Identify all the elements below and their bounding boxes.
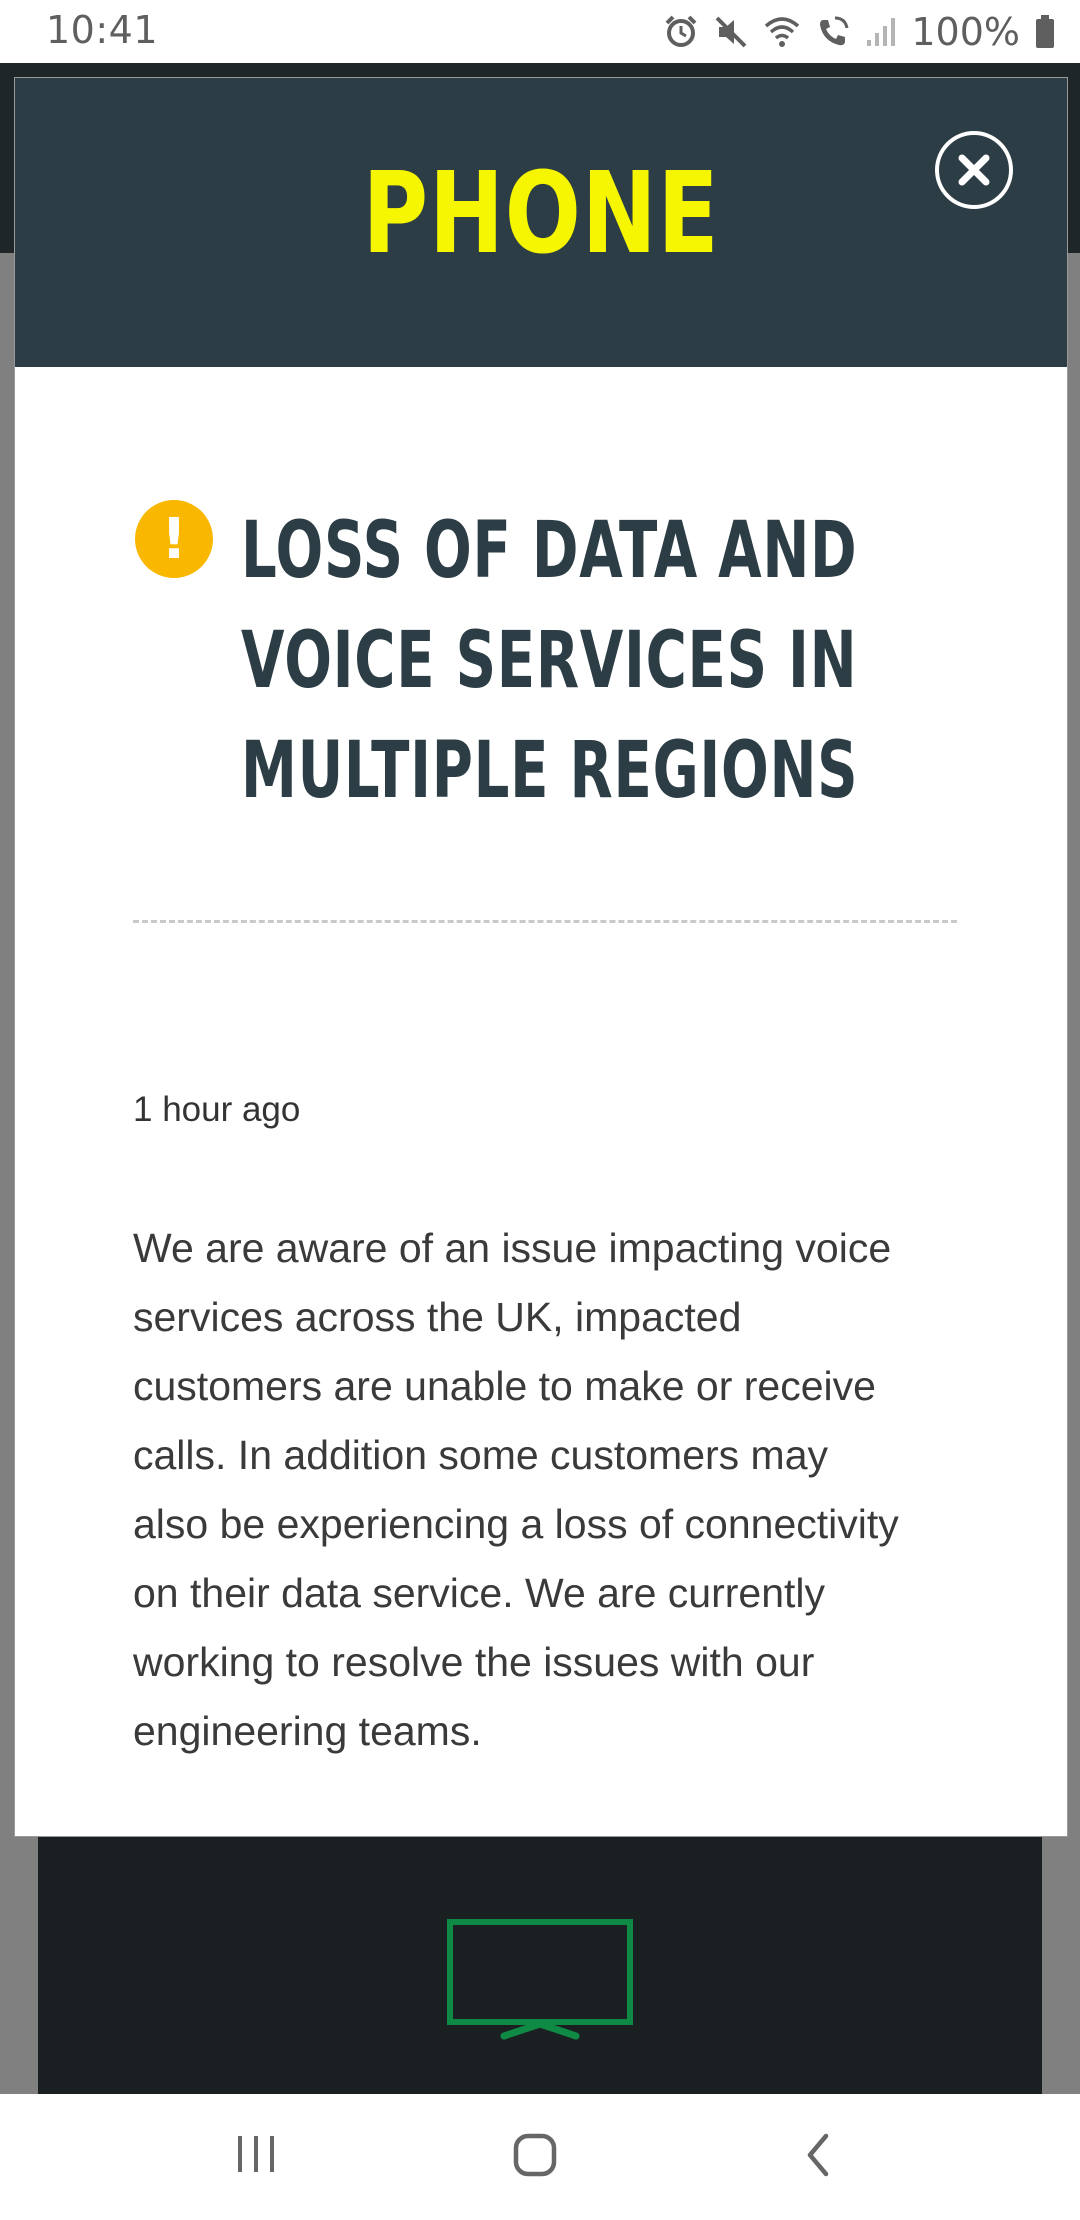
description-line: We are aware of an issue impacting voice: [133, 1225, 892, 1271]
alert-icon: !: [135, 500, 213, 578]
status-icons: 100%: [663, 10, 1056, 54]
home-button[interactable]: [512, 2132, 558, 2183]
description-line: customers are unable to make or receive: [133, 1363, 876, 1409]
mute-icon: [713, 14, 749, 50]
wifi-icon: [763, 14, 801, 50]
service-status-modal: PHONE ! LOSS OF DATA AND VOICE SERVICES …: [14, 77, 1068, 1837]
incident-timestamp: 1 hour ago: [133, 1090, 301, 1129]
incident-description: We are aware of an issue impacting voice…: [133, 1214, 993, 1766]
recent-apps-icon: [238, 2136, 274, 2172]
modal-header: PHONE: [15, 78, 1067, 367]
tv-icon: [446, 1918, 634, 2047]
status-bar: 10:41 100%: [0, 0, 1080, 63]
description-line: services across the UK, impacted: [133, 1294, 742, 1340]
status-time: 10:41: [46, 8, 159, 52]
incident-title-line: VOICE SERVICES IN: [241, 616, 858, 706]
description-line: calls. In addition some customers may: [133, 1432, 828, 1478]
description-line: engineering teams.: [133, 1708, 482, 1754]
incident-title: LOSS OF DATA AND VOICE SERVICES IN MULTI…: [241, 496, 889, 826]
recent-apps-button[interactable]: [234, 2132, 278, 2181]
back-button[interactable]: [800, 2132, 836, 2183]
battery-percentage: 100%: [911, 10, 1020, 54]
incident-title-line: LOSS OF DATA AND: [241, 506, 858, 596]
alarm-icon: [663, 14, 699, 50]
incident-title-line: MULTIPLE REGIONS: [241, 726, 859, 816]
battery-icon: [1034, 14, 1056, 50]
description-line: working to resolve the issues with our: [133, 1639, 815, 1685]
divider: [133, 920, 957, 923]
alert-symbol: !: [161, 507, 187, 572]
signal-icon: [865, 14, 897, 50]
description-line: also be experiencing a loss of connectiv…: [133, 1501, 899, 1547]
close-icon: [958, 154, 990, 186]
description-line: on their data service. We are currently: [133, 1570, 825, 1616]
home-icon: [513, 2133, 557, 2177]
navigation-bar: [0, 2094, 1080, 2220]
close-button[interactable]: [935, 131, 1013, 209]
modal-title: PHONE: [362, 149, 720, 279]
back-icon: [807, 2133, 829, 2177]
wifi-calling-icon: [815, 14, 851, 50]
